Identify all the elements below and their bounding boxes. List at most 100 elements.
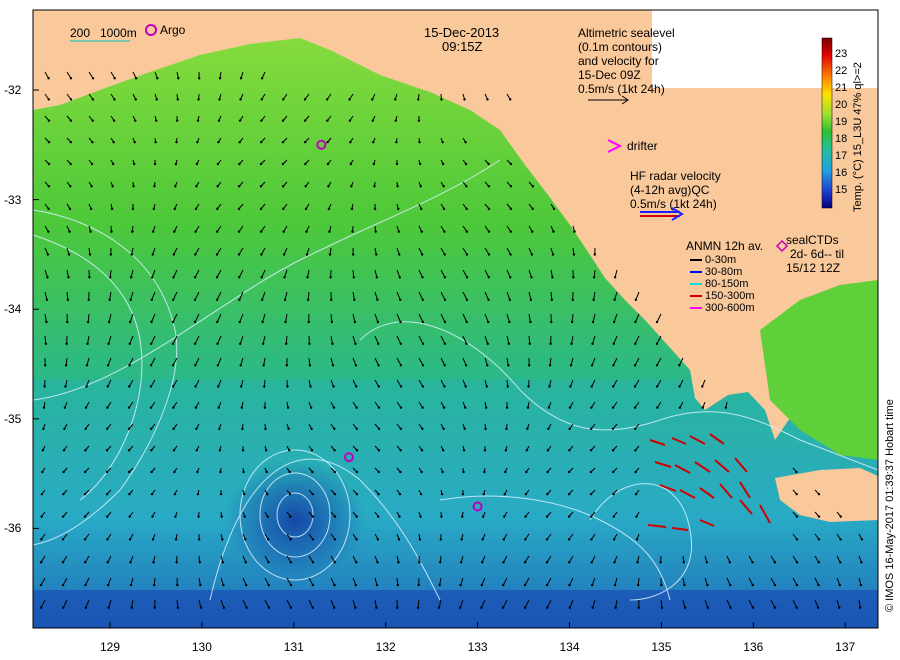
velocity-arrow-head [106, 406, 109, 409]
velocity-arrow-head [398, 515, 401, 518]
velocity-arrow-head [85, 364, 89, 367]
velocity-arrow-head [195, 427, 198, 431]
velocity-arrow-head [311, 515, 315, 518]
velocity-arrow-head [113, 77, 116, 80]
velocity-arrow-head [176, 98, 179, 101]
velocity-arrow-head [504, 470, 507, 474]
velocity-arrow-head [173, 207, 176, 211]
velocity-arrow-head [330, 320, 334, 324]
velocity-arrow-head [303, 119, 307, 122]
velocity-arrow-head [333, 515, 337, 518]
velocity-arrow-head [529, 320, 532, 324]
velocity-arrow-head [399, 470, 402, 474]
x-tick-label: 132 [375, 640, 396, 654]
velocity-arrow-head [567, 515, 571, 518]
velocity-arrow-head [149, 385, 153, 388]
velocity-arrow-head [353, 320, 357, 324]
velocity-arrow-head [569, 385, 572, 388]
velocity-arrow-head [199, 583, 202, 587]
velocity-arrow-head [353, 298, 356, 302]
velocity-arrow-head [330, 298, 333, 302]
velocity-arrow-head [441, 140, 444, 144]
velocity-arrow-head [260, 298, 264, 302]
velocity-arrow-head [682, 561, 686, 564]
velocity-arrow-head [355, 470, 359, 474]
velocity-arrow-head [487, 185, 491, 188]
velocity-arrow-head [106, 583, 110, 587]
velocity-arrow-head [397, 561, 400, 564]
velocity-arrow-head [417, 583, 420, 587]
velocity-arrow-head [636, 583, 640, 587]
velocity-arrow-head [860, 561, 863, 564]
velocity-arrow-head [333, 538, 337, 541]
velocity-arrow-head [421, 342, 425, 346]
velocity-arrow-head [260, 253, 263, 256]
velocity-arrow-head [859, 606, 862, 609]
velocity-arrow-head [172, 276, 175, 279]
velocity-arrow-head [502, 538, 506, 541]
velocity-arrow-head [374, 230, 377, 233]
velocity-arrow-head [546, 449, 550, 452]
velocity-arrow-head [795, 492, 798, 496]
velocity-arrow-head [289, 583, 293, 587]
velocity-arrow-head [418, 162, 422, 166]
scale-label-200: 200 [70, 26, 91, 40]
velocity-arrow-head [309, 406, 313, 409]
velocity-arrow-head [530, 276, 533, 279]
velocity-arrow-head [241, 449, 245, 452]
velocity-arrow-head [507, 342, 511, 346]
velocity-arrow-head [131, 230, 134, 233]
velocity-arrow-head [480, 606, 483, 609]
velocity-arrow-head [260, 98, 263, 101]
velocity-arrow-head [502, 561, 505, 564]
velocity-arrow-head [110, 230, 113, 233]
velocity-arrow-head [172, 406, 175, 409]
x-tick-label: 134 [559, 640, 580, 654]
velocity-arrow-head [633, 385, 637, 388]
velocity-arrow-head [195, 185, 198, 188]
velocity-arrow-head [633, 364, 637, 367]
velocity-arrow-head [326, 119, 329, 122]
velocity-arrow-head [612, 538, 616, 541]
velocity-arrow-head [611, 449, 615, 452]
velocity-arrow-head [288, 470, 291, 474]
velocity-arrow-head [44, 342, 48, 346]
velocity-arrow-head [218, 77, 222, 80]
velocity-arrow-head [570, 320, 574, 324]
anmn-swatch [690, 283, 702, 286]
velocity-arrow-head [173, 470, 176, 474]
velocity-arrow-head [483, 449, 487, 452]
velocity-arrow-head [172, 427, 175, 431]
velocity-arrow-head [355, 538, 358, 541]
velocity-arrow-head [68, 230, 71, 233]
velocity-arrow-head [172, 253, 176, 256]
velocity-arrow-head [354, 606, 357, 609]
velocity-arrow-head [418, 538, 422, 541]
velocity-arrow-head [420, 253, 424, 256]
velocity-arrow-head [287, 427, 290, 431]
velocity-arrow-head [111, 185, 114, 188]
anmn-legend-row: 30-80m [690, 266, 742, 278]
velocity-arrow-head [84, 406, 88, 409]
velocity-arrow-head [509, 98, 512, 101]
velocity-arrow-head [69, 162, 72, 166]
velocity-arrow-head [132, 185, 135, 188]
velocity-arrow-head [304, 207, 308, 211]
y-tick-label: -33 [4, 192, 22, 207]
velocity-arrow-head [193, 342, 197, 346]
velocity-arrow-head [552, 230, 555, 233]
velocity-arrow-head [547, 427, 550, 431]
velocity-arrow-head [482, 515, 485, 518]
velocity-arrow-head [568, 449, 571, 452]
velocity-arrow-head [69, 98, 73, 101]
velocity-arrow-head [502, 583, 505, 587]
velocity-arrow-head [266, 515, 269, 518]
velocity-arrow-head [244, 561, 247, 564]
velocity-arrow-head [440, 492, 444, 496]
velocity-arrow-head [548, 385, 551, 388]
velocity-arrow-head [108, 298, 111, 302]
velocity-arrow-head [463, 427, 466, 431]
velocity-arrow-head [465, 320, 468, 324]
velocity-arrow-head [262, 364, 265, 367]
velocity-arrow-head [611, 385, 615, 388]
